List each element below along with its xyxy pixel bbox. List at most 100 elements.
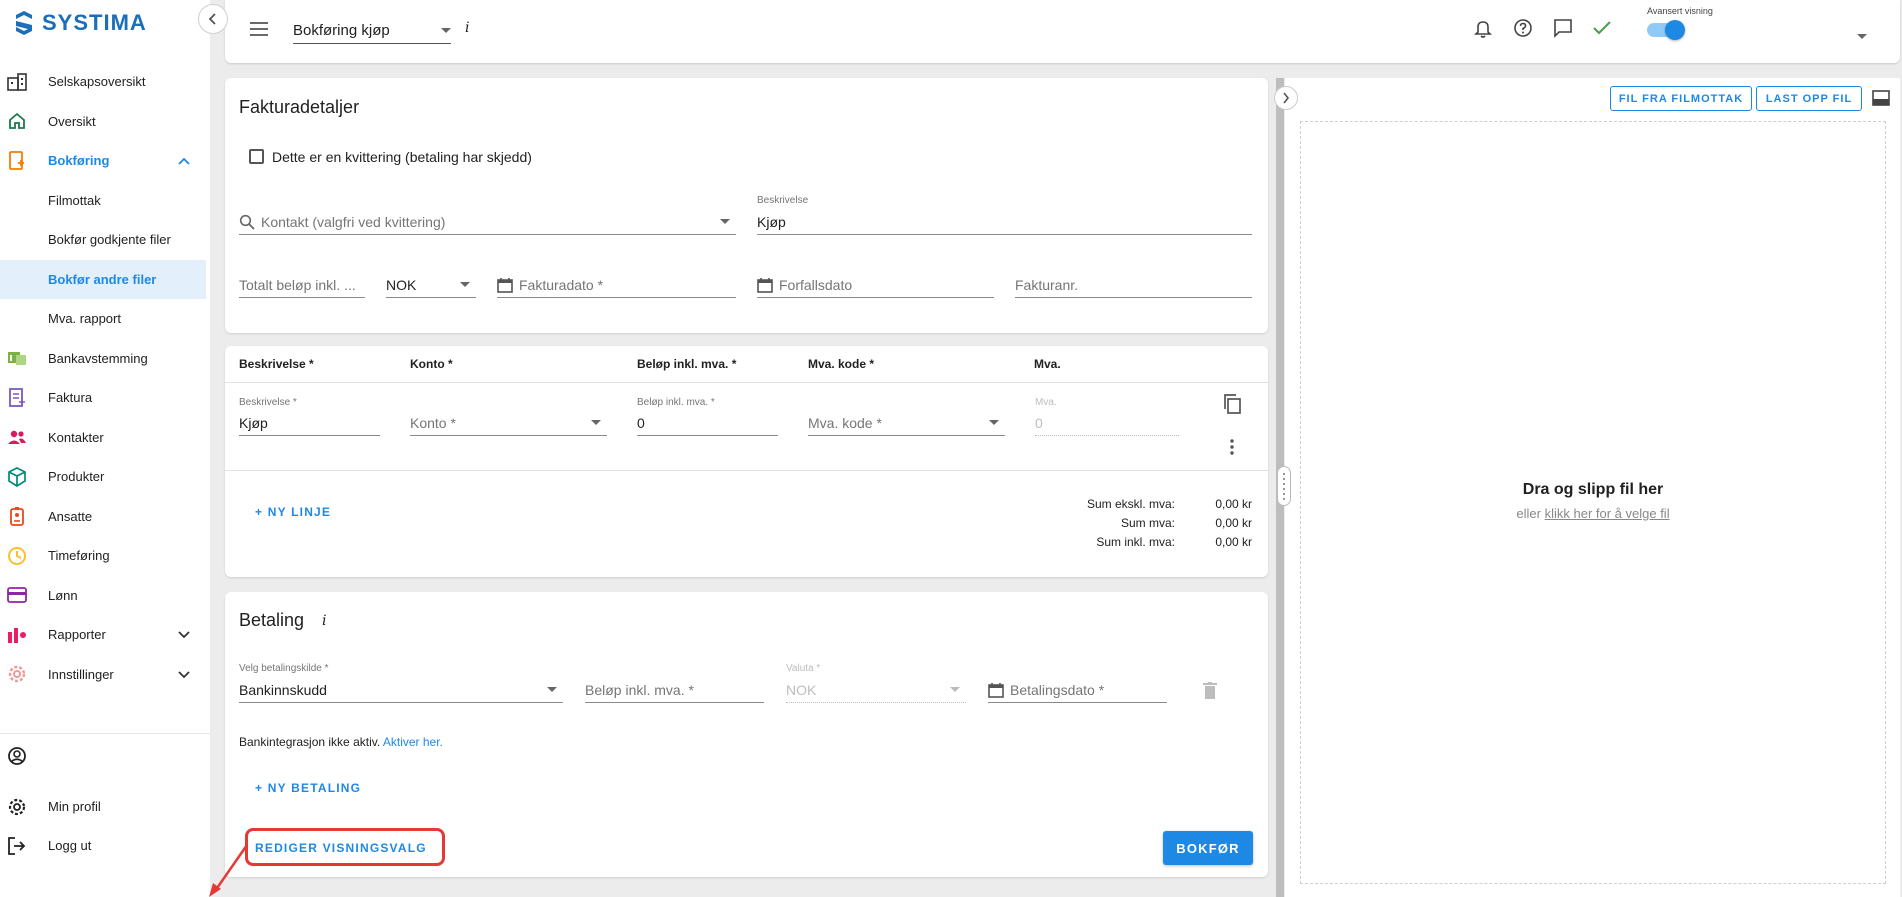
payment-amount-input[interactable]: Beløp inkl. mva. * — [585, 673, 764, 703]
sidebar-item-lonn[interactable]: Lønn — [0, 576, 210, 616]
receipt-checkbox-label: Dette er en kvittering (betaling har skj… — [272, 149, 532, 165]
panel-layout-icon[interactable] — [1872, 90, 1890, 109]
product-icon — [6, 466, 28, 488]
highlight-annotation — [245, 828, 445, 866]
advanced-view-toggle[interactable] — [1647, 20, 1685, 40]
clock-icon — [6, 545, 28, 567]
sidebar-item-faktura[interactable]: Faktura — [0, 378, 210, 418]
toggle-knob — [1665, 20, 1685, 40]
account-icon — [6, 745, 28, 767]
copy-line-icon[interactable] — [1222, 393, 1242, 418]
sidebar-item-rapporter[interactable]: Rapporter — [0, 615, 210, 655]
caret-down-icon — [950, 687, 960, 692]
sum-excl-vat-label: Sum ekskl. mva: — [1086, 497, 1175, 511]
column-header-description: Beskrivelse * — [239, 357, 314, 371]
sidebar-item-selskapsoversikt[interactable]: Selskapsoversikt — [0, 62, 210, 102]
caret-down-icon — [460, 282, 470, 287]
file-from-inbox-button[interactable]: FIL FRA FILMOTTAK — [1610, 86, 1752, 111]
sidebar-item-ansatte[interactable]: Ansatte — [0, 497, 210, 537]
receipt-checkbox[interactable] — [249, 149, 264, 164]
notification-bell-icon[interactable] — [1473, 18, 1493, 41]
check-icon[interactable] — [1593, 21, 1611, 38]
payment-currency-select: NOK — [786, 673, 966, 703]
line-amount-input[interactable]: 0 — [637, 406, 778, 436]
payment-title: Betaling — [239, 610, 305, 630]
caret-down-icon — [591, 420, 601, 425]
bank-icon — [6, 347, 28, 369]
sidebar-item-bokfor-godkjente-filer[interactable]: Bokfør godkjente filer — [0, 220, 210, 260]
account-item[interactable] — [0, 736, 210, 775]
annotation-arrow — [209, 844, 249, 897]
bank-integration-notice: Bankintegrasjon ikke aktiv. Aktiver her. — [239, 735, 443, 749]
due-date-input[interactable]: Forfallsdato — [757, 268, 994, 298]
invoice-number-input[interactable]: Fakturanr. — [1015, 268, 1252, 298]
search-icon — [239, 214, 255, 230]
menu-icon[interactable] — [250, 22, 268, 39]
contact-select[interactable]: Kontakt (valgfri ved kvittering) — [239, 205, 736, 235]
file-drop-zone[interactable] — [1300, 121, 1886, 884]
chevron-left-icon — [208, 13, 216, 25]
reports-icon — [6, 624, 28, 646]
invoice-date-input[interactable]: Fakturadato * — [497, 268, 736, 298]
sidebar-item-oversikt[interactable]: Oversikt — [0, 102, 210, 142]
sidebar-item-innstillinger[interactable]: Innstillinger — [0, 655, 210, 695]
choose-file-link[interactable]: klikk her for å velge fil — [1545, 506, 1670, 521]
payment-source-select[interactable]: Bankinnskudd — [239, 673, 563, 703]
account-menu-caret-icon[interactable] — [1857, 26, 1867, 42]
sidebar: SYSTIMA Selskapsoversikt Oversikt Bokfør… — [0, 0, 210, 897]
advanced-view-label: Avansert visning — [1647, 6, 1713, 16]
sidebar-item-logg-ut[interactable]: Logg ut — [0, 826, 210, 865]
collapse-sidebar-button[interactable] — [198, 4, 228, 34]
contacts-icon — [6, 426, 28, 448]
drop-zone-subtitle: eller klikk her for å velge fil — [1516, 506, 1670, 521]
gear-icon — [6, 796, 28, 818]
top-bar: Bokføring kjøp i Avansert visning — [225, 0, 1900, 63]
sidebar-item-produkter[interactable]: Produkter — [0, 457, 210, 497]
brand-logo[interactable]: SYSTIMA — [12, 10, 147, 36]
sidebar-bottom: Min profil Logg ut — [0, 733, 210, 865]
sum-vat-label: Sum mva: — [1120, 516, 1175, 530]
info-icon[interactable]: i — [465, 20, 469, 36]
invoice-details-title: Fakturadetaljer — [239, 97, 360, 117]
sidebar-item-timeforing[interactable]: Timeføring — [0, 536, 210, 576]
activate-bank-link[interactable]: Aktiver her. — [383, 735, 443, 749]
currency-select[interactable]: NOK — [386, 268, 476, 298]
total-amount-input[interactable]: Totalt beløp inkl. ... — [239, 268, 365, 298]
sum-incl-vat-value: 0,00 kr — [1215, 535, 1252, 549]
sidebar-item-bokfor-andre-filer[interactable]: Bokfør andre filer — [0, 259, 206, 299]
sidebar-item-bokforing[interactable]: Bokføring — [0, 141, 210, 181]
line-account-select[interactable]: Konto * — [410, 406, 607, 436]
sidebar-item-mva-rapport[interactable]: Mva. rapport — [0, 299, 210, 339]
bookkeeping-icon — [6, 150, 28, 172]
home-icon — [6, 110, 28, 132]
sidebar-item-filmottak[interactable]: Filmottak — [0, 181, 210, 221]
column-header-account: Konto * — [410, 357, 453, 371]
description-input[interactable]: Kjøp — [757, 205, 1252, 235]
caret-down-icon — [720, 219, 730, 224]
page-title: Bokføring kjøp — [293, 22, 390, 39]
sidebar-item-kontakter[interactable]: Kontakter — [0, 418, 210, 458]
payment-date-input[interactable]: Betalingsdato * — [988, 673, 1167, 703]
add-payment-button[interactable]: + NY BETALING — [255, 781, 361, 795]
sum-excl-vat-value: 0,00 kr — [1215, 497, 1252, 511]
sidebar-nav: Selskapsoversikt Oversikt Bokføring Film… — [0, 62, 210, 694]
add-line-button[interactable]: + NY LINJE — [255, 505, 331, 519]
sidebar-item-bankavstemming[interactable]: Bankavstemming — [0, 339, 210, 379]
delete-payment-icon[interactable] — [1203, 682, 1217, 703]
more-vert-icon[interactable] — [1229, 438, 1235, 459]
upload-file-button[interactable]: LAST OPP FIL — [1756, 86, 1862, 111]
page-type-select[interactable]: Bokføring kjøp — [293, 18, 451, 44]
salary-icon — [6, 584, 28, 606]
bokfor-button[interactable]: BOKFØR — [1163, 831, 1253, 865]
caret-down-icon — [441, 28, 451, 33]
line-description-input[interactable]: Kjøp — [239, 406, 380, 436]
sidebar-item-min-profil[interactable]: Min profil — [0, 787, 210, 826]
line-vat-code-select[interactable]: Mva. kode * — [808, 406, 1005, 436]
settings-icon — [6, 663, 28, 685]
payment-info-icon[interactable]: i — [322, 613, 326, 629]
help-icon[interactable] — [1513, 18, 1533, 41]
chevron-right-icon — [1283, 92, 1290, 104]
splitter-drag-handle[interactable] — [1277, 466, 1291, 506]
chat-icon[interactable] — [1553, 18, 1573, 41]
toggle-file-panel-button[interactable] — [1274, 86, 1298, 110]
